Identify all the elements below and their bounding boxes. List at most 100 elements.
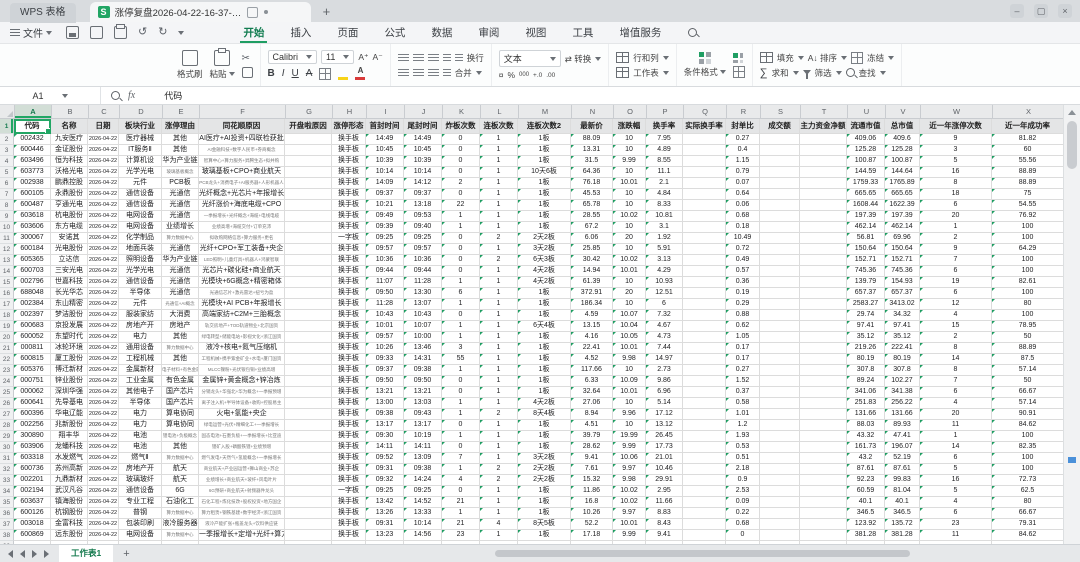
cell-H12[interactable]: 换手板 [332,244,366,255]
save-icon[interactable] [66,26,79,39]
cell-I29[interactable]: 09:30 [366,431,404,442]
cell-G13[interactable] [285,255,332,266]
cell-Q17[interactable] [683,299,726,310]
cell-K28[interactable]: 0 [442,420,480,431]
cell-M19[interactable]: 6天4板 [518,321,571,332]
cell-W17[interactable]: 12 [920,299,992,310]
cell-W11[interactable]: 2 [920,233,992,244]
cell-N8[interactable]: 65.78 [571,200,613,211]
cell-N6[interactable]: 76.18 [571,178,613,189]
cell-U29[interactable]: 43.32 [847,431,885,442]
cell-U19[interactable]: 97.41 [847,321,885,332]
minimize-button[interactable]: – [1010,4,1024,18]
cell-G8[interactable] [285,200,332,211]
cell-A16[interactable]: 688048 [14,288,51,299]
indent-decrease-icon[interactable] [443,54,451,62]
cell-W7[interactable]: 18 [920,189,992,200]
cell-M34[interactable]: 1板 [518,486,571,497]
cell-H8[interactable]: 换手板 [332,200,366,211]
app-button[interactable]: WPS 表格 [10,3,76,23]
cell-U13[interactable]: 152.71 [847,255,885,266]
cell-L33[interactable]: 2 [480,475,518,486]
cell-S28[interactable] [760,420,800,431]
cell-M18[interactable]: 1板 [518,310,571,321]
cell-J27[interactable]: 09:43 [404,409,442,420]
justify-icon[interactable] [443,69,451,77]
cell-W23[interactable]: 8 [920,365,992,376]
cell-D34[interactable]: 通信设备 [119,486,162,497]
ribbon-tab-4[interactable]: 公式 [371,22,418,43]
cell-L34[interactable]: 1 [480,486,518,497]
cell-I4[interactable]: 10:39 [366,156,404,167]
cell-S33[interactable] [760,475,800,486]
cell-P27[interactable]: 17.12 [646,409,683,420]
cell-U28[interactable]: 88.03 [847,420,885,431]
cell-R6[interactable]: 0.07 [726,178,760,189]
wrap-text-button[interactable]: 换行 [467,52,484,64]
cell-D25[interactable]: 其他电子 [119,387,162,398]
cell-K13[interactable]: 0 [442,255,480,266]
cell-R2[interactable]: 0.27 [726,134,760,145]
cell-style-button[interactable] [733,66,745,78]
cell-X28[interactable]: 84.62 [992,420,1064,431]
cell-S8[interactable] [760,200,800,211]
cell-G19[interactable] [285,321,332,332]
cell-V37[interactable]: 135.72 [885,519,920,530]
cell-H35[interactable]: 换手板 [332,497,366,508]
cell-T2[interactable] [800,134,847,145]
cell-X22[interactable]: 87.5 [992,354,1064,365]
cell-K12[interactable]: 0 [442,244,480,255]
cell-E38[interactable]: 算力数据中心 [162,530,199,541]
cell-C14[interactable]: 2026-04-22 [88,266,119,277]
cell-S22[interactable] [760,354,800,365]
cell-D9[interactable]: 电网设备 [119,211,162,222]
cell-H22[interactable]: 换手板 [332,354,366,365]
cell-C34[interactable]: 2026-04-22 [88,486,119,497]
cell-D33[interactable]: 玻璃玻纤 [119,475,162,486]
select-all-corner[interactable] [0,105,15,118]
cell-U5[interactable]: 144.59 [847,167,885,178]
cell-Q5[interactable] [683,167,726,178]
vertical-scrollbar[interactable] [1063,105,1080,544]
cell-M31[interactable]: 3天2板 [518,453,571,464]
currency-button[interactable]: ¤ [499,70,504,80]
cell-H28[interactable]: 换手板 [332,420,366,431]
cell-T33[interactable] [800,475,847,486]
cell-G10[interactable] [285,222,332,233]
cell-D20[interactable]: 电力 [119,332,162,343]
cell-P6[interactable]: 2.1 [646,178,683,189]
row-header-28[interactable]: 28 [0,420,14,431]
cell-J36[interactable]: 13:33 [404,508,442,519]
cell-X34[interactable]: 62.5 [992,486,1064,497]
cell-R30[interactable]: 0.53 [726,442,760,453]
cell-W3[interactable]: 3 [920,145,992,156]
cell-I31[interactable]: 09:52 [366,453,404,464]
cell-T21[interactable] [800,343,847,354]
col-header-I[interactable]: I [367,105,405,118]
cell-X35[interactable]: 80 [992,497,1064,508]
filter-button[interactable]: 筛选 [815,67,832,79]
cell-E6[interactable]: PCB板 [162,178,199,189]
cell-W37[interactable]: 23 [920,519,992,530]
cell-R35[interactable]: 0.09 [726,497,760,508]
cell-E14[interactable]: 光通信 [162,266,199,277]
cell-V24[interactable]: 102.27 [885,376,920,387]
cell-X6[interactable]: 88.89 [992,178,1064,189]
cell-L38[interactable]: 1 [480,530,518,541]
cell-L25[interactable]: 1 [480,387,518,398]
cell-V4[interactable]: 100.87 [885,156,920,167]
cell-W16[interactable]: 6 [920,288,992,299]
cell-V27[interactable]: 131.66 [885,409,920,420]
cell-U30[interactable]: 161.73 [847,442,885,453]
cell-G30[interactable] [285,442,332,453]
cell-V33[interactable]: 99.83 [885,475,920,486]
cell-G21[interactable] [285,343,332,354]
cell-G24[interactable] [285,376,332,387]
cell-A12[interactable]: 600184 [14,244,51,255]
cell-O8[interactable]: 10 [613,200,646,211]
cell-F25[interactable]: 分销龙头+华强北+华为概念+一季报预增 [199,387,285,398]
row-header-2[interactable]: 2 [0,134,14,145]
cell-T22[interactable] [800,354,847,365]
cell-A8[interactable]: 600487 [14,200,51,211]
cell-W9[interactable]: 20 [920,211,992,222]
